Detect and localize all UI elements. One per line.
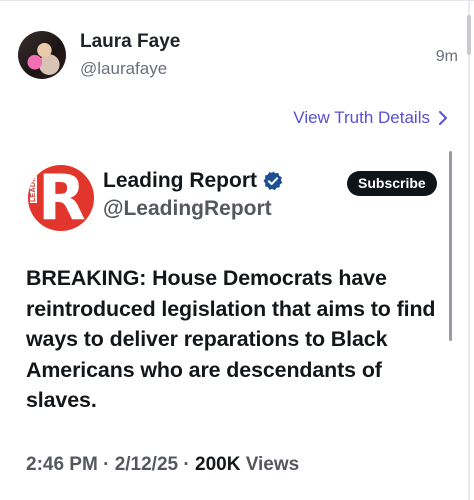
- view-truth-details-link[interactable]: View Truth Details: [293, 108, 448, 128]
- author-avatar[interactable]: [18, 31, 66, 79]
- embed-post-meta: 2:46 PM · 2/12/25 · 200K Views: [26, 454, 299, 476]
- embed-views-label: Views: [245, 454, 300, 475]
- post-header: Laura Faye @laurafaye 9m: [18, 31, 458, 83]
- truth-post: Laura Faye @laurafaye 9m View Truth Deta…: [0, 0, 474, 500]
- subscribe-button: Subscribe: [347, 171, 437, 196]
- feed-scrollbar[interactable]: [467, 15, 471, 55]
- post-time: 9m: [435, 48, 458, 65]
- embed-scrollbar: [449, 151, 452, 341]
- embed-account-name: Leading Report: [103, 169, 284, 193]
- author-name[interactable]: Laura Faye: [80, 31, 180, 53]
- verified-badge-icon: [263, 171, 283, 191]
- meta-separator: ·: [103, 454, 115, 475]
- embed-post-date: 2/12/25: [114, 454, 179, 475]
- logo-text: LEADING: [30, 167, 37, 203]
- author-handle[interactable]: @laurafaye: [80, 59, 167, 79]
- embed-account-handle: @LeadingReport: [103, 197, 272, 220]
- embed-views-count: 200K: [195, 454, 241, 475]
- chevron-right-icon: [439, 111, 447, 125]
- view-truth-details-label: View Truth Details: [293, 108, 430, 127]
- meta-separator: ·: [183, 454, 195, 475]
- embed-account-name-text: Leading Report: [103, 169, 258, 192]
- embed-post-time: 2:46 PM: [26, 454, 98, 475]
- logo-letter: R: [38, 165, 86, 231]
- leading-report-logo: R LEADING: [28, 165, 94, 231]
- embedded-post-image[interactable]: R LEADING Leading Report @LeadingReport …: [0, 151, 474, 500]
- embed-post-body: BREAKING: House Democrats have reintrodu…: [26, 266, 436, 412]
